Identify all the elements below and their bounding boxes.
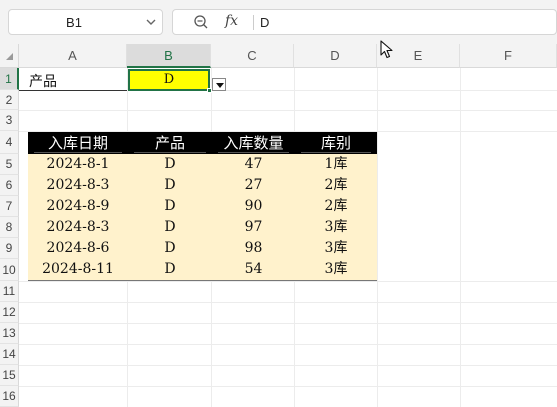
cell-date[interactable]: 2024-8-11 <box>28 259 128 279</box>
cell-quantity[interactable]: 90 <box>212 196 295 216</box>
select-all-triangle-icon <box>6 53 13 60</box>
cell-quantity[interactable]: 98 <box>212 238 295 258</box>
cell-quantity[interactable]: 27 <box>212 175 295 195</box>
row-header-7[interactable]: 7 <box>0 196 19 217</box>
formula-bar-area: B1 fx D <box>0 0 557 44</box>
row-header-3[interactable]: 3 <box>0 110 19 131</box>
row-header-12[interactable]: 12 <box>0 302 19 323</box>
spreadsheet-grid[interactable]: A B C D E F 1 2 3 4 5 6 7 8 9 10 11 12 1… <box>0 40 557 407</box>
mouse-pointer-icon <box>380 40 393 59</box>
cell-b1-selected[interactable]: D <box>128 69 210 91</box>
gridline <box>460 68 461 407</box>
cell-product[interactable]: D <box>128 154 212 174</box>
column-header-d[interactable]: D <box>294 44 377 68</box>
row-header-1[interactable]: 1 <box>0 68 19 90</box>
row-header-9[interactable]: 9 <box>0 238 19 259</box>
row-header-6[interactable]: 6 <box>0 175 19 196</box>
cell-quantity[interactable]: 97 <box>212 217 295 237</box>
row-header-10[interactable]: 10 <box>0 259 19 281</box>
row-header-15[interactable]: 15 <box>0 365 19 386</box>
row-header-4[interactable]: 4 <box>0 131 19 154</box>
gridline <box>377 68 378 407</box>
table-row: 2024-8-11 D 54 3库 <box>28 259 377 281</box>
cell-product[interactable]: D <box>128 217 212 237</box>
cell-warehouse[interactable]: 3库 <box>295 238 377 258</box>
cell-date[interactable]: 2024-8-3 <box>28 217 128 237</box>
select-all-corner[interactable] <box>0 44 19 68</box>
formula-divider <box>253 15 254 30</box>
table-row: 2024-8-3 D 97 3库 <box>28 217 377 239</box>
gridline <box>19 386 557 387</box>
cell-b1-value: D <box>163 72 175 87</box>
zoom-icon[interactable] <box>193 14 209 30</box>
row-header-13[interactable]: 13 <box>0 323 19 344</box>
row-header-14[interactable]: 14 <box>0 344 19 365</box>
cell-date[interactable]: 2024-8-6 <box>28 238 128 258</box>
cell-date[interactable]: 2024-8-3 <box>28 175 128 195</box>
cell-warehouse[interactable]: 2库 <box>295 196 377 216</box>
gridline <box>19 110 557 111</box>
table-row: 2024-8-9 D 90 2库 <box>28 196 377 218</box>
chevron-down-icon[interactable] <box>143 14 159 30</box>
cell-warehouse[interactable]: 1库 <box>295 154 377 174</box>
gridline <box>19 302 557 303</box>
header-date[interactable]: 入库日期 <box>28 132 128 154</box>
cell-warehouse[interactable]: 3库 <box>295 259 377 279</box>
row-header-2[interactable]: 2 <box>0 90 19 110</box>
cell-warehouse[interactable]: 2库 <box>295 175 377 195</box>
cell-product[interactable]: D <box>128 238 212 258</box>
cell-quantity[interactable]: 54 <box>212 259 295 279</box>
row-header-8[interactable]: 8 <box>0 217 19 238</box>
dropdown-button[interactable] <box>212 78 226 91</box>
cell-date[interactable]: 2024-8-1 <box>28 154 128 174</box>
function-icon[interactable]: fx <box>225 13 238 29</box>
header-quantity[interactable]: 入库数量 <box>212 132 295 154</box>
dropdown-arrow-icon <box>216 83 224 88</box>
cell-warehouse[interactable]: 3库 <box>295 217 377 237</box>
table-row: 2024-8-6 D 98 3库 <box>28 238 377 260</box>
header-warehouse[interactable]: 库别 <box>295 132 377 154</box>
row-header-5[interactable]: 5 <box>0 154 19 175</box>
cell-product[interactable]: D <box>128 259 212 279</box>
cell-product[interactable]: D <box>128 175 212 195</box>
formula-input[interactable]: D <box>260 15 269 30</box>
column-header-c[interactable]: C <box>211 44 294 68</box>
formula-bar[interactable]: fx D <box>172 9 557 35</box>
cell-a1-border <box>19 90 127 91</box>
column-header-a[interactable]: A <box>19 44 127 68</box>
cell-a1[interactable]: 产品 <box>29 71 57 91</box>
name-box[interactable]: B1 <box>8 9 163 35</box>
row-header-16[interactable]: 16 <box>0 386 19 407</box>
table-row: 2024-8-1 D 47 1库 <box>28 154 377 176</box>
table-header-row: 入库日期 产品 入库数量 库别 <box>28 132 377 154</box>
gridline <box>19 281 557 282</box>
gridline <box>19 365 557 366</box>
table-row: 2024-8-3 D 27 2库 <box>28 175 377 197</box>
gridline <box>19 344 557 345</box>
cell-quantity[interactable]: 47 <box>212 154 295 174</box>
column-header-b[interactable]: B <box>127 44 211 68</box>
gridline <box>19 323 557 324</box>
column-header-f[interactable]: F <box>460 44 557 68</box>
cell-product[interactable]: D <box>128 196 212 216</box>
name-box-value: B1 <box>66 15 82 30</box>
header-product[interactable]: 产品 <box>128 132 212 154</box>
row-header-11[interactable]: 11 <box>0 281 19 302</box>
cell-date[interactable]: 2024-8-9 <box>28 196 128 216</box>
